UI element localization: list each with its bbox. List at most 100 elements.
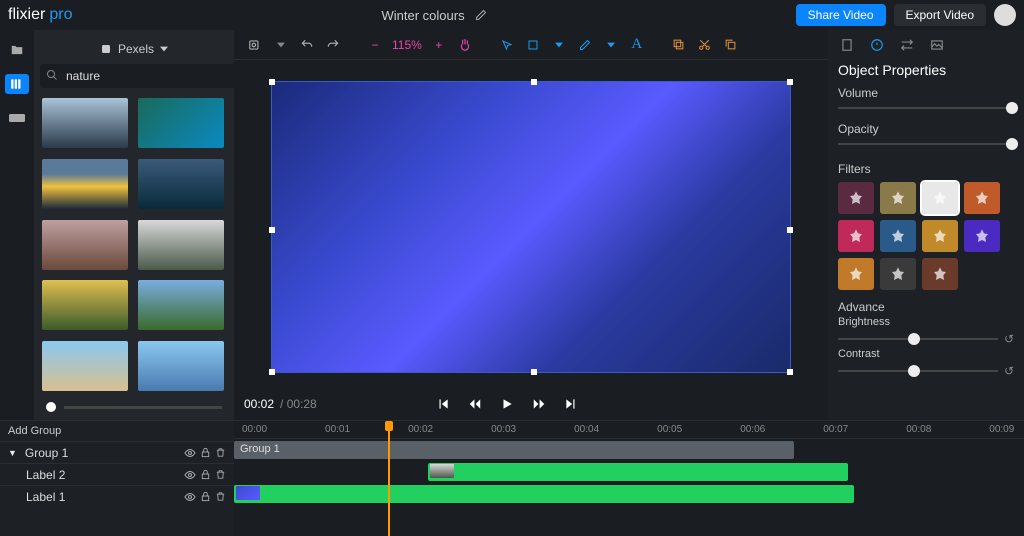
ruler-tick: 00:08 — [906, 424, 931, 435]
props-tab-image[interactable] — [930, 38, 944, 52]
undo-icon[interactable] — [296, 34, 318, 56]
user-avatar[interactable] — [994, 4, 1016, 26]
rewind-icon[interactable] — [468, 397, 482, 411]
skip-end-icon[interactable] — [564, 397, 578, 411]
timeline-ruler[interactable]: 00:0000:0100:0200:0300:0400:0500:0600:07… — [234, 421, 1024, 439]
stock-thumb[interactable] — [42, 159, 128, 209]
volume-slider[interactable] — [838, 100, 1014, 116]
filter-swatch[interactable] — [838, 258, 874, 290]
props-tab-transform[interactable] — [900, 38, 914, 52]
chevron-down-icon[interactable] — [270, 34, 292, 56]
pointer-icon[interactable] — [496, 34, 518, 56]
preview-canvas[interactable] — [271, 81, 791, 373]
clip-thumb — [236, 486, 260, 500]
project-title: Winter colours — [382, 8, 465, 23]
track-name: Group 1 — [25, 446, 176, 460]
stock-thumb[interactable] — [42, 341, 128, 391]
paste-icon[interactable] — [720, 34, 742, 56]
visible-icon[interactable] — [184, 447, 196, 459]
props-tab-info[interactable] — [840, 38, 854, 52]
stock-thumb[interactable] — [138, 280, 224, 330]
brightness-slider[interactable]: ↺ — [838, 332, 1014, 346]
visible-icon[interactable] — [184, 469, 196, 481]
forward-icon[interactable] — [532, 397, 546, 411]
ruler-tick: 00:07 — [823, 424, 848, 435]
clip-thumb — [430, 464, 454, 478]
props-tab-object[interactable] — [870, 38, 884, 52]
playhead[interactable] — [388, 421, 390, 536]
record-icon[interactable] — [244, 34, 266, 56]
library-panel: Pexels — [34, 30, 234, 420]
timeline-clip[interactable] — [428, 463, 848, 481]
text-icon[interactable]: A — [626, 34, 648, 56]
opacity-slider[interactable] — [838, 136, 1014, 152]
delete-icon[interactable] — [215, 491, 226, 503]
rail-stock[interactable] — [5, 74, 29, 94]
visible-icon[interactable] — [184, 491, 196, 503]
reset-icon[interactable]: ↺ — [1004, 364, 1014, 378]
time-current: 00:02 — [244, 397, 274, 411]
filter-swatch[interactable] — [964, 182, 1000, 214]
reset-icon[interactable]: ↺ — [1004, 332, 1014, 346]
ruler-tick: 00:06 — [740, 424, 765, 435]
zoom-percent: 115% — [390, 38, 424, 52]
brand-name: flixier — [8, 6, 45, 24]
redo-icon[interactable] — [322, 34, 344, 56]
filter-swatch[interactable] — [838, 220, 874, 252]
stock-thumb[interactable] — [138, 98, 224, 148]
ruler-tick: 00:00 — [242, 424, 267, 435]
filter-swatch[interactable] — [838, 182, 874, 214]
ruler-tick: 00:01 — [325, 424, 350, 435]
lock-icon[interactable] — [200, 469, 211, 481]
copy-icon[interactable] — [668, 34, 690, 56]
filters-label: Filters — [838, 162, 1014, 176]
track-header[interactable]: Label 1 — [0, 485, 234, 507]
pen-icon[interactable] — [574, 34, 596, 56]
filter-swatch[interactable] — [880, 182, 916, 214]
ruler-tick: 00:04 — [574, 424, 599, 435]
stock-thumb[interactable] — [42, 280, 128, 330]
timeline-clip[interactable] — [234, 485, 854, 503]
zoom-in-icon[interactable]: + — [428, 34, 450, 56]
delete-icon[interactable] — [215, 447, 226, 459]
filter-swatch[interactable] — [922, 220, 958, 252]
filter-swatch[interactable] — [922, 258, 958, 290]
share-button[interactable]: Share Video — [796, 4, 886, 26]
shape-icon[interactable] — [522, 34, 544, 56]
filter-swatch[interactable] — [922, 182, 958, 214]
stock-thumb[interactable] — [138, 220, 224, 270]
play-icon[interactable] — [500, 397, 514, 411]
stock-source-dropdown[interactable]: Pexels — [40, 38, 228, 64]
rail-files[interactable] — [5, 40, 29, 60]
filter-swatch[interactable] — [880, 220, 916, 252]
stock-thumb[interactable] — [138, 159, 224, 209]
canvas-toolbar: − 115% + A — [234, 30, 828, 60]
contrast-slider[interactable]: ↺ — [838, 364, 1014, 378]
stock-thumb[interactable] — [42, 98, 128, 148]
pan-icon[interactable] — [454, 34, 476, 56]
chevron-down-icon[interactable]: ▼ — [8, 448, 17, 458]
delete-icon[interactable] — [215, 469, 226, 481]
stock-thumb[interactable] — [42, 220, 128, 270]
edit-title-icon[interactable] — [475, 9, 487, 21]
lock-icon[interactable] — [200, 447, 211, 459]
rail-shapes[interactable] — [5, 108, 29, 128]
stock-thumb[interactable] — [138, 341, 224, 391]
filter-swatch[interactable] — [964, 220, 1000, 252]
skip-start-icon[interactable] — [436, 397, 450, 411]
chevron-down-icon[interactable] — [600, 34, 622, 56]
track-header[interactable]: Label 2 — [0, 463, 234, 485]
add-group-button[interactable]: Add Group — [0, 421, 234, 441]
track-header[interactable]: ▼ Group 1 — [0, 441, 234, 463]
zoom-out-icon[interactable]: − — [364, 34, 386, 56]
time-total: / 00:28 — [280, 397, 317, 411]
search-input[interactable] — [40, 64, 247, 88]
cut-icon[interactable] — [694, 34, 716, 56]
timeline-clip-group[interactable]: Group 1 — [234, 441, 794, 459]
export-button[interactable]: Export Video — [894, 4, 987, 26]
chevron-down-icon[interactable] — [548, 34, 570, 56]
filter-swatch[interactable] — [880, 258, 916, 290]
lock-icon[interactable] — [200, 491, 211, 503]
thumb-size-slider[interactable] — [40, 398, 228, 412]
opacity-label: Opacity — [838, 122, 1014, 136]
